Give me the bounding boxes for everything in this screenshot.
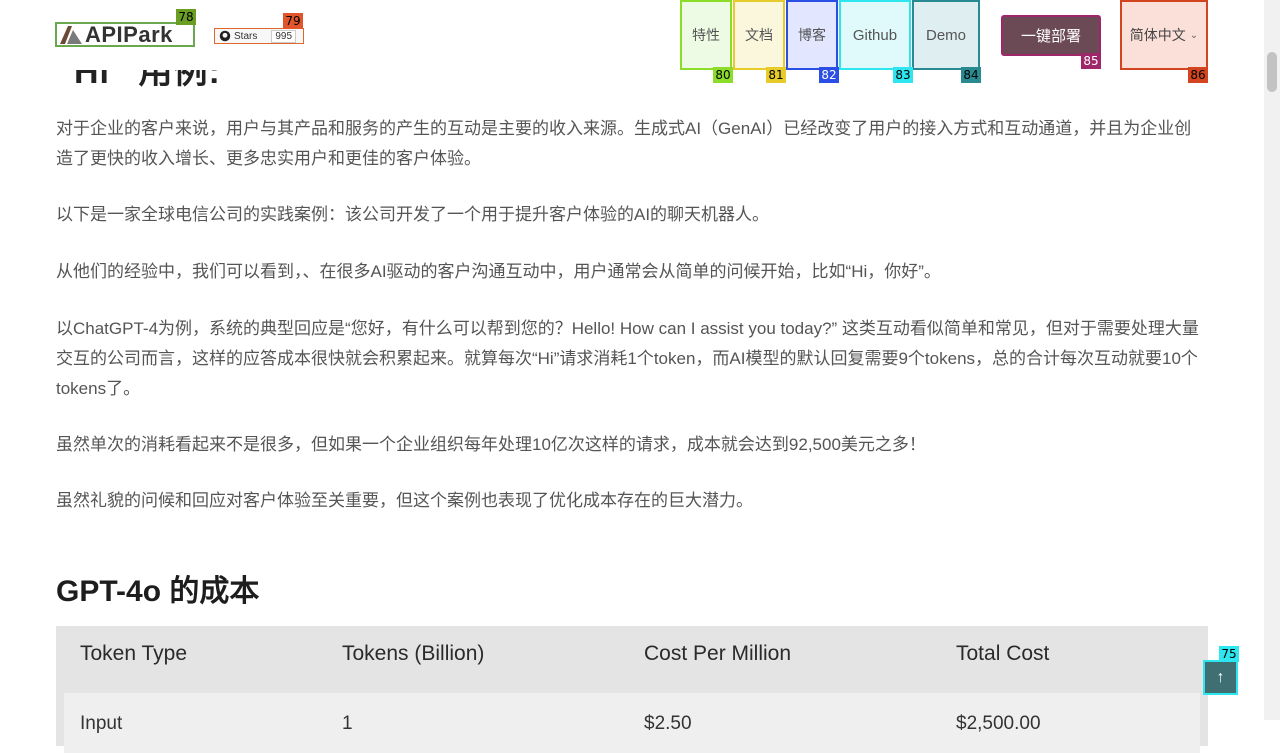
deploy-button[interactable]: 一键部署 bbox=[1001, 15, 1101, 56]
paragraph-greeting: 从他们的经验中，我们可以看到，、在很多AI驱动的客户沟通互动中，用户通常会从简单… bbox=[56, 262, 941, 281]
table-header-cell: Token Type bbox=[80, 642, 188, 665]
element-tag: 84 bbox=[961, 67, 981, 83]
nav-docs[interactable]: 文档 bbox=[733, 0, 785, 70]
table-header-cell: Cost Per Million bbox=[644, 642, 792, 665]
element-tag: 82 bbox=[819, 67, 839, 83]
table-row: Input 1 $2.50 $2,500.00 bbox=[64, 693, 1200, 753]
element-tag: 83 bbox=[893, 67, 913, 83]
paragraph-cost: 虽然单次的消耗看起来不是很多，但如果一个企业组织每年处理10亿次这样的请求，成本… bbox=[56, 435, 926, 454]
github-icon bbox=[219, 30, 231, 42]
scrollbar-thumb[interactable] bbox=[1267, 52, 1277, 92]
nav-demo[interactable]: Demo bbox=[912, 0, 980, 70]
logo-text: APIPark bbox=[85, 21, 173, 47]
nav-blog[interactable]: 博客 bbox=[786, 0, 838, 70]
nav-github[interactable]: Github bbox=[839, 0, 911, 70]
element-tag: 81 bbox=[766, 67, 786, 83]
paragraph-potential: 虽然礼貌的问候和回应对客户体验至关重要，但这个案例也表现了优化成本存在的巨大潜力… bbox=[56, 491, 753, 510]
stars-label: Stars bbox=[234, 30, 258, 42]
chevron-down-icon: ⌄ bbox=[1189, 29, 1199, 41]
logo-link[interactable]: APIPark bbox=[55, 22, 195, 47]
table-header-cell: Total Cost bbox=[956, 642, 1050, 665]
github-stars-badge[interactable]: Stars 995 bbox=[214, 28, 304, 44]
paragraph-intro: 对于企业的客户来说，用户与其产品和服务的产生的互动是主要的收入来源。生成式AI（… bbox=[56, 119, 1192, 168]
language-selector[interactable]: 简体中文 ⌄ bbox=[1120, 0, 1208, 70]
apipark-logo-icon bbox=[60, 25, 82, 44]
section-title: GPT-4o 的成本 bbox=[56, 575, 260, 608]
element-tag: 86 bbox=[1188, 67, 1208, 83]
element-tag: 85 bbox=[1081, 53, 1101, 69]
table-header-cell: Tokens (Billion) bbox=[342, 642, 485, 665]
table-cell: 1 bbox=[342, 713, 353, 734]
table-cell: $2,500.00 bbox=[956, 713, 1041, 734]
page-scrollbar[interactable] bbox=[1264, 0, 1280, 720]
arrow-up-icon: ↑ bbox=[1216, 668, 1225, 686]
table-header-row: Token Type Tokens (Billion) Cost Per Mil… bbox=[56, 626, 1208, 684]
element-tag: 78 bbox=[176, 9, 196, 25]
stars-count: 995 bbox=[271, 29, 297, 43]
element-tag: 80 bbox=[713, 67, 733, 83]
language-label: 简体中文 bbox=[1129, 27, 1186, 43]
paragraph-chatgpt: 以ChatGPT-4为例，系统的典型回应是“您好，有什么可以帮到您的？Hello… bbox=[56, 319, 1199, 398]
cost-table: Token Type Tokens (Billion) Cost Per Mil… bbox=[56, 626, 1208, 753]
back-to-top-button[interactable]: ↑ bbox=[1203, 660, 1238, 695]
table-cell: $2.50 bbox=[644, 713, 692, 734]
paragraph-case: 以下是一家全球电信公司的实践案例：该公司开发了一个用于提升客户体验的AI的聊天机… bbox=[56, 205, 770, 224]
element-tag: 79 bbox=[283, 13, 303, 29]
table-cell: Input bbox=[80, 713, 123, 734]
nav-features[interactable]: 特性 bbox=[680, 0, 732, 70]
